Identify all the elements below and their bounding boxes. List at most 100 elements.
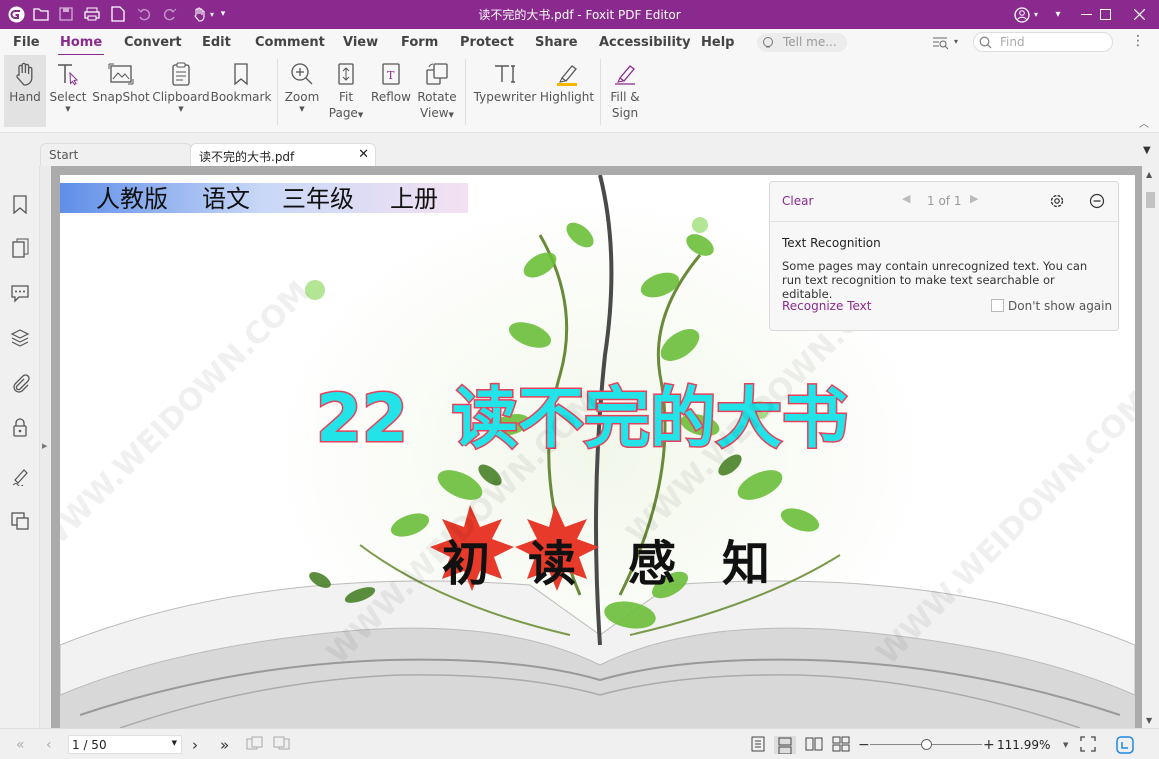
hand-icon — [16, 62, 33, 86]
dropdown-caret: ▼ — [178, 105, 184, 113]
scroll-up-icon[interactable]: ▲ — [1146, 170, 1152, 179]
facing-view-icon[interactable] — [805, 736, 823, 754]
menu-comment[interactable]: Comment — [255, 35, 325, 50]
continuous-view-icon[interactable] — [774, 736, 796, 754]
collapse-ribbon-icon[interactable]: ︿ — [1139, 115, 1149, 130]
maximize-button[interactable] — [1088, 0, 1122, 29]
rotate-view-icon — [426, 63, 448, 85]
security-lock-icon[interactable] — [10, 418, 30, 438]
navigation-panel — [0, 166, 40, 728]
menu-view[interactable]: View — [343, 35, 378, 50]
scroll-thumb[interactable] — [1146, 192, 1155, 208]
first-page-icon[interactable]: « — [16, 736, 25, 754]
tab-document[interactable]: 读不完的大书.pdf ✕ — [190, 143, 376, 166]
account-icon[interactable]: ▾ — [1005, 0, 1047, 29]
bookmarks-icon[interactable] — [10, 194, 30, 214]
snapshot-button[interactable]: SnapShot — [92, 55, 150, 127]
zoom-level[interactable]: 111.99% — [997, 736, 1050, 754]
clipboard-icon — [172, 62, 190, 86]
content-icon[interactable] — [10, 511, 30, 531]
clipboard-button[interactable]: Clipboard ▼ — [152, 55, 210, 127]
menu-form[interactable]: Form — [401, 35, 438, 50]
prev-page-icon[interactable]: ‹ — [46, 736, 52, 754]
menu-help[interactable]: Help — [701, 35, 734, 50]
search-options-icon[interactable]: ▾ — [932, 35, 962, 51]
document-tab-bar: Start 读不完的大书.pdf ✕ ▼ — [0, 133, 1159, 166]
next-result-icon[interactable]: ▶ — [970, 192, 978, 205]
more-options-icon[interactable]: ⋮ — [1131, 33, 1145, 49]
clear-link[interactable]: Clear — [782, 194, 813, 208]
comments-icon[interactable] — [10, 283, 30, 303]
dont-show-again-checkbox[interactable] — [991, 299, 1004, 312]
tab-list-icon[interactable]: ▼ — [1143, 145, 1151, 156]
fit-page-button[interactable]: Fit Page▼ — [326, 55, 366, 127]
find-input[interactable]: Find — [973, 32, 1113, 52]
panel-body-text: Some pages may contain unrecognized text… — [782, 259, 1088, 301]
window-title: 读不完的大书.pdf - Foxit PDF Editor — [478, 8, 681, 22]
settings-gear-icon[interactable] — [1049, 193, 1065, 209]
continuous-facing-view-icon[interactable] — [832, 736, 850, 754]
previous-view-icon[interactable] — [246, 736, 264, 754]
layers-icon[interactable] — [10, 328, 30, 348]
bookmark-button[interactable]: Bookmark — [211, 55, 271, 127]
banner-subject: 语文 — [202, 185, 250, 213]
svg-text:T: T — [387, 69, 395, 82]
read-mode-icon[interactable] — [1116, 736, 1134, 754]
close-window-button[interactable] — [1122, 0, 1156, 29]
collapse-panel-icon[interactable] — [1089, 193, 1105, 209]
page-dropdown-icon[interactable]: ▼ — [172, 739, 177, 747]
menu-accessibility[interactable]: Accessibility — [599, 35, 691, 50]
next-view-icon[interactable] — [273, 736, 291, 754]
typewriter-icon — [495, 65, 515, 83]
ribbon: Hand Select ▼ SnapShot Clipboard ▼ Bookmar… — [0, 55, 1159, 133]
fill-label-line1: Fill & — [610, 90, 640, 104]
ribbon-options-icon[interactable]: ▾ — [1050, 0, 1066, 29]
page-number-input[interactable]: 1 / 50 ▼ — [68, 735, 182, 754]
zoom-in-icon[interactable]: + — [983, 736, 995, 754]
close-tab-icon[interactable]: ✕ — [358, 147, 369, 162]
hand-tool-button[interactable]: Hand — [4, 55, 46, 127]
scroll-down-icon[interactable]: ▼ — [1146, 716, 1152, 725]
menu-share[interactable]: Share — [535, 35, 578, 50]
next-page-icon[interactable]: › — [192, 736, 198, 754]
lightbulb-icon — [763, 37, 773, 48]
pages-icon[interactable] — [10, 238, 30, 258]
menu-home[interactable]: Home — [57, 35, 105, 56]
rotate-view-button[interactable]: Rotate View▼ — [415, 55, 459, 127]
menu-file[interactable]: File — [13, 35, 40, 50]
banner-volume: 上册 — [390, 185, 438, 213]
expand-panel-icon[interactable]: ▶ — [42, 442, 47, 450]
fit-label-line1: Fit — [338, 90, 354, 104]
zoom-dropdown-icon[interactable]: ▼ — [1063, 736, 1068, 754]
last-page-icon[interactable]: » — [220, 736, 229, 754]
tab-document-label: 读不完的大书.pdf — [199, 150, 295, 164]
vertical-scrollbar[interactable]: ▲ ▼ — [1142, 166, 1159, 728]
zoom-slider-thumb[interactable] — [921, 739, 932, 750]
bookmark-icon — [234, 63, 248, 86]
ribbon-divider — [465, 59, 466, 125]
panel-splitter[interactable]: ▶ — [39, 166, 51, 728]
recognize-text-link[interactable]: Recognize Text — [782, 299, 871, 313]
ribbon-divider — [600, 59, 601, 125]
select-tool-button[interactable]: Select ▼ — [48, 55, 88, 127]
highlight-button[interactable]: Highlight — [540, 55, 594, 127]
highlight-icon — [557, 65, 577, 86]
fill-sign-button[interactable]: Fill & Sign — [605, 55, 645, 127]
signature-icon[interactable] — [10, 466, 30, 486]
tab-start[interactable]: Start — [40, 143, 192, 166]
rotate-label-line2: View — [420, 106, 449, 120]
prev-result-icon[interactable]: ◀ — [902, 192, 910, 205]
reflow-button[interactable]: T Reflow — [370, 55, 412, 127]
single-page-view-icon[interactable] — [750, 736, 766, 754]
rotate-label-line1: Rotate — [417, 90, 457, 104]
zoom-button[interactable]: Zoom ▼ — [282, 55, 322, 127]
typewriter-button[interactable]: Typewriter — [472, 55, 538, 127]
menu-convert[interactable]: Convert — [124, 35, 182, 50]
zoom-out-icon[interactable]: − — [858, 736, 870, 754]
section-char-2: 读 — [528, 536, 576, 592]
menu-edit[interactable]: Edit — [202, 35, 231, 50]
menu-protect[interactable]: Protect — [460, 35, 514, 50]
attachments-icon[interactable] — [10, 373, 30, 393]
fullscreen-icon[interactable] — [1080, 736, 1096, 754]
result-count: 1 of 1 — [927, 194, 962, 208]
